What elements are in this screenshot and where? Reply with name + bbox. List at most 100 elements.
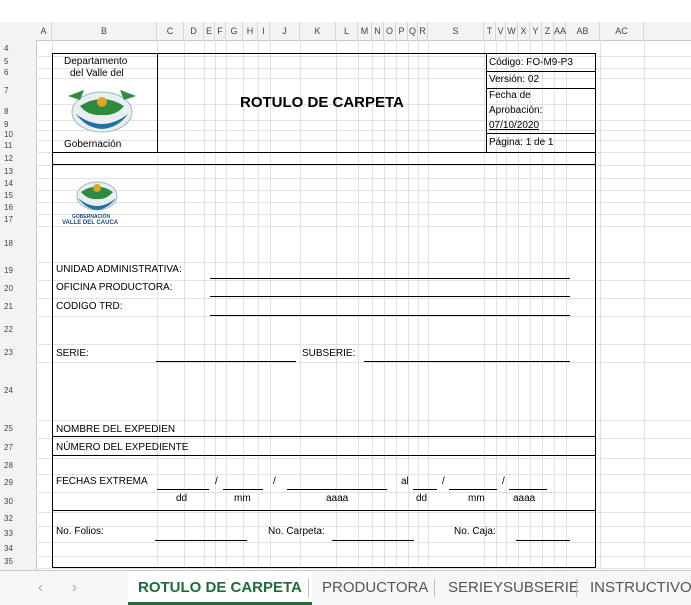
- column-header-p[interactable]: P: [396, 22, 408, 40]
- row-header-6[interactable]: 6: [0, 68, 36, 78]
- row-header-11[interactable]: 11: [0, 140, 36, 152]
- column-header-a[interactable]: A: [36, 22, 52, 40]
- column-header-j[interactable]: J: [270, 22, 300, 40]
- codigo-trd-field[interactable]: [210, 315, 570, 316]
- column-gridline: [600, 40, 601, 570]
- column-header-c[interactable]: C: [157, 22, 184, 40]
- numero-expediente-label: NÚMERO DEL EXPEDIENTE: [56, 442, 189, 453]
- row-header-bar: 4 5 6 7 8 9 10 11 12 13 14 15 16 17 18 19 20 21 22 23 24 25 27…: [0, 40, 37, 570]
- sheet-tab-bar: ‹ › ROTULO DE CARPETA PRODUCTORA SERIEYS…: [0, 570, 691, 605]
- oficina-label: OFICINA PRODUCTORA:: [56, 282, 173, 293]
- tab-rotulo-de-carpeta[interactable]: ROTULO DE CARPETA: [128, 571, 312, 605]
- column-header-ab[interactable]: AB: [566, 22, 600, 40]
- oficina-field[interactable]: [210, 296, 570, 297]
- serie-field[interactable]: [156, 361, 296, 362]
- row-header-12[interactable]: 12: [0, 152, 36, 165]
- row-header-25[interactable]: 25: [0, 420, 36, 438]
- row-header-19[interactable]: 19: [0, 262, 36, 280]
- column-header-z[interactable]: Z: [542, 22, 554, 40]
- slash-1: /: [215, 476, 218, 487]
- row-header-35[interactable]: 35: [0, 556, 36, 568]
- fecha-fin-dd[interactable]: [413, 489, 437, 490]
- tab-instructivo[interactable]: INSTRUCTIVO: [580, 571, 691, 605]
- column-header-y[interactable]: Y: [530, 22, 542, 40]
- codigo-trd-label: CODIGO TRD:: [56, 301, 123, 312]
- row-header-27[interactable]: 27: [0, 438, 36, 458]
- row-header-34[interactable]: 34: [0, 542, 36, 556]
- row-header-7[interactable]: 7: [0, 78, 36, 104]
- row-header-13[interactable]: 13: [0, 165, 36, 178]
- dept-line2: del Valle del: [70, 68, 124, 79]
- prev-sheet-button[interactable]: ‹: [28, 571, 53, 605]
- row-header-8[interactable]: 8: [0, 104, 36, 120]
- column-header-f[interactable]: F: [215, 22, 226, 40]
- tab-productora[interactable]: PRODUCTORA: [312, 571, 438, 605]
- row-header-32[interactable]: 32: [0, 512, 36, 526]
- column-header-m[interactable]: M: [358, 22, 372, 40]
- fecha-fin-aaaa[interactable]: [509, 489, 547, 490]
- fecha-label-1: Fecha de: [489, 90, 531, 101]
- column-header-i[interactable]: I: [258, 22, 270, 40]
- column-header-n[interactable]: N: [372, 22, 384, 40]
- row-header-18[interactable]: 18: [0, 226, 36, 262]
- fecha-ini-dd[interactable]: [157, 489, 209, 490]
- row-header-4[interactable]: 4: [0, 42, 36, 56]
- unidad-field[interactable]: [210, 278, 570, 279]
- row-header-21[interactable]: 21: [0, 298, 36, 316]
- folios-field[interactable]: [155, 540, 247, 541]
- slash-3: /: [442, 476, 445, 487]
- column-header-ac[interactable]: AC: [600, 22, 644, 40]
- row-gridline: [36, 568, 691, 569]
- column-header-r[interactable]: R: [418, 22, 428, 40]
- column-header-t[interactable]: T: [484, 22, 496, 40]
- column-header-w[interactable]: W: [506, 22, 518, 40]
- caja-field[interactable]: [516, 540, 570, 541]
- column-header-o[interactable]: O: [384, 22, 396, 40]
- row-header-23[interactable]: 23: [0, 344, 36, 362]
- column-header-aa[interactable]: AA: [554, 22, 566, 40]
- fecha-ini-mm[interactable]: [223, 489, 263, 490]
- row-header-10[interactable]: 10: [0, 130, 36, 140]
- caja-label: No. Caja:: [454, 526, 496, 537]
- tab-serieysubserie[interactable]: SERIEYSUBSERIE: [438, 571, 589, 605]
- column-header-b[interactable]: B: [52, 22, 157, 40]
- row-header-30[interactable]: 30: [0, 492, 36, 512]
- fecha-fin-mm[interactable]: [449, 489, 497, 490]
- version-label: Versión: 02: [489, 74, 540, 85]
- row-header-17[interactable]: 17: [0, 214, 36, 226]
- row-header-15[interactable]: 15: [0, 190, 36, 202]
- fecha-ini-aaaa[interactable]: [287, 489, 387, 490]
- column-header-v[interactable]: V: [496, 22, 506, 40]
- row-header-14[interactable]: 14: [0, 178, 36, 190]
- column-header-x[interactable]: X: [518, 22, 530, 40]
- gobernacion-logo: GOBERNACIÓN VALLE DEL CAUCA: [62, 174, 132, 234]
- column-gridline: [644, 40, 645, 570]
- row-header-16[interactable]: 16: [0, 202, 36, 214]
- next-sheet-button[interactable]: ›: [62, 571, 87, 605]
- column-header-l[interactable]: L: [336, 22, 358, 40]
- carpeta-field[interactable]: [332, 540, 414, 541]
- gobernacion-label: Gobernación: [64, 139, 122, 150]
- row-header-33[interactable]: 33: [0, 526, 36, 542]
- row-header-9[interactable]: 9: [0, 120, 36, 130]
- page-title: ROTULO DE CARPETA: [240, 94, 404, 111]
- mm-hint-1: mm: [234, 493, 251, 504]
- row-header-5[interactable]: 5: [0, 56, 36, 68]
- row-header-24[interactable]: 24: [0, 362, 36, 420]
- column-header-k[interactable]: K: [300, 22, 336, 40]
- column-header-q[interactable]: Q: [408, 22, 418, 40]
- column-header-g[interactable]: G: [226, 22, 243, 40]
- codigo-label: Código: FO-M9-P3: [489, 57, 573, 68]
- slash-4: /: [502, 476, 505, 487]
- dd-hint-2: dd: [416, 493, 428, 504]
- row-header-22[interactable]: 22: [0, 316, 36, 344]
- subserie-field[interactable]: [364, 361, 570, 362]
- column-header-s[interactable]: S: [428, 22, 484, 40]
- row-header-29[interactable]: 29: [0, 474, 36, 492]
- column-header-d[interactable]: D: [184, 22, 204, 40]
- row-header-20[interactable]: 20: [0, 280, 36, 298]
- column-header-h[interactable]: H: [243, 22, 258, 40]
- row-header-28[interactable]: 28: [0, 458, 36, 474]
- column-header-e[interactable]: E: [204, 22, 215, 40]
- serie-label: SERIE:: [56, 348, 89, 359]
